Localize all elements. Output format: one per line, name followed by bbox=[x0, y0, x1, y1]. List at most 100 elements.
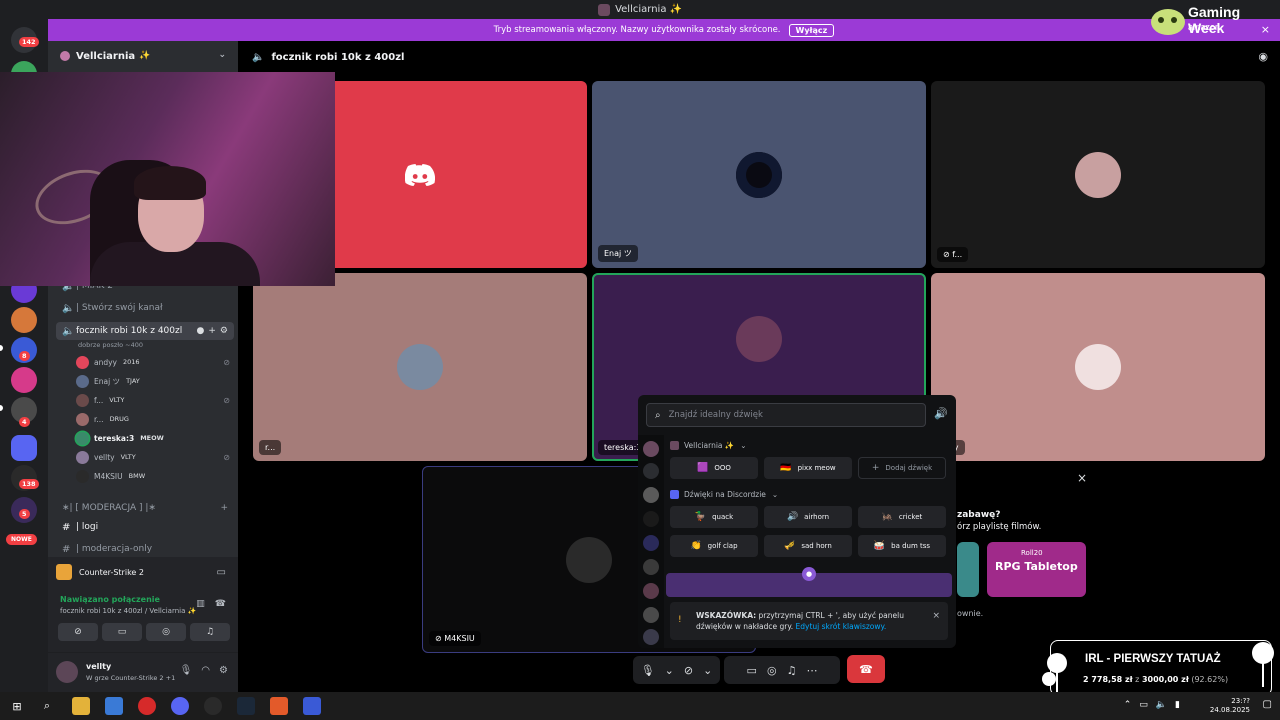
sound-button[interactable]: 🎺 sad horn bbox=[764, 535, 852, 557]
activity-card-rpg[interactable]: Roll20 RPG Tabletop bbox=[987, 542, 1086, 597]
close-icon[interactable]: × bbox=[932, 611, 940, 622]
unread-pip bbox=[0, 345, 3, 351]
server-icon[interactable] bbox=[643, 441, 659, 457]
voice-member[interactable]: vellty VLTY ⊘ bbox=[76, 448, 230, 466]
chevron-down-icon[interactable]: ⌄ bbox=[703, 664, 712, 677]
voice-channel-active[interactable]: 🔈 focznik robi 10k z 400zl ● + ⚙ bbox=[56, 322, 234, 340]
server-icon[interactable] bbox=[643, 535, 659, 551]
server-header[interactable]: Vellciarnia ✨ ⌄ bbox=[48, 41, 238, 71]
server-icon[interactable] bbox=[643, 511, 659, 527]
edit-shortcut-link[interactable]: Edytuj skrót klawiszowy. bbox=[796, 622, 887, 631]
video-tile[interactable]: Enaj ツ bbox=[592, 81, 926, 268]
inbox-icon[interactable]: ◉ bbox=[1258, 50, 1268, 63]
activity-panel[interactable]: Counter-Strike 2 ▭ bbox=[48, 557, 238, 587]
close-icon[interactable]: × bbox=[1077, 471, 1087, 485]
unread-badge: 138 bbox=[19, 479, 39, 489]
voice-member[interactable]: andyy 2016 ⊘ bbox=[76, 353, 230, 371]
disconnect-button[interactable]: ☎ bbox=[847, 655, 885, 683]
network-icon[interactable]: ▭ bbox=[1139, 700, 1148, 710]
text-channel-logi[interactable]: # | logi bbox=[56, 518, 234, 536]
sound-section-server[interactable]: Vellciarnia ✨ ⌄ bbox=[670, 441, 747, 450]
locked-sound-section[interactable]: ● bbox=[666, 567, 952, 597]
chevron-down-icon[interactable]: ⌄ bbox=[218, 50, 226, 60]
sound-button[interactable]: 🔊 airhorn bbox=[764, 506, 852, 528]
voice-member[interactable]: M4KSIU BMW bbox=[76, 467, 230, 485]
disconnect-icon[interactable]: ☎ bbox=[215, 599, 226, 609]
game-icon bbox=[56, 564, 72, 580]
discord-icon[interactable] bbox=[171, 697, 189, 715]
avatar[interactable] bbox=[56, 661, 78, 683]
volume-icon[interactable]: 🔊 bbox=[934, 407, 948, 420]
sound-emoji-icon: 🟪 bbox=[697, 463, 709, 473]
folder-icon[interactable] bbox=[11, 435, 37, 461]
plus-icon[interactable]: + bbox=[220, 503, 228, 513]
volume-icon[interactable]: 🔈 bbox=[1156, 700, 1167, 710]
voice-member[interactable]: Enaj ツ TJAY bbox=[76, 372, 230, 390]
server-icon[interactable] bbox=[643, 487, 659, 503]
server-icon-orange[interactable] bbox=[11, 307, 37, 333]
screen-share-icon[interactable]: ▭ bbox=[747, 664, 757, 677]
noise-suppression-icon[interactable]: ▥ bbox=[196, 599, 205, 609]
camera-button[interactable]: ⊘ bbox=[58, 623, 98, 641]
sound-button[interactable]: 🦆 quack bbox=[670, 506, 758, 528]
avatar bbox=[736, 151, 782, 198]
video-tile[interactable]: r... bbox=[253, 273, 587, 461]
sound-button[interactable]: 👏 golf clap bbox=[670, 535, 758, 557]
notification-icon[interactable]: ▢ bbox=[1263, 699, 1272, 710]
sound-button[interactable]: 🇩🇪 pixx meow bbox=[764, 457, 852, 479]
voice-channel-create[interactable]: 🔈 | Stwórz swój kanał bbox=[56, 299, 234, 317]
chat-icon[interactable]: ● bbox=[197, 326, 205, 336]
connection-channel[interactable]: focznik robi 10k z 400zl / Vellciarnia ✨ bbox=[60, 607, 196, 615]
clock[interactable]: 23:?? 24.08.2025 bbox=[1210, 697, 1250, 715]
sound-button[interactable]: 🥁 ba dum tss bbox=[858, 535, 946, 557]
chevron-up-icon[interactable]: ⌃ bbox=[1124, 700, 1132, 710]
add-sound-button[interactable]: + Dodaj dźwięk bbox=[858, 457, 946, 479]
microphone-icon[interactable]: 🎙 bbox=[641, 664, 655, 677]
search-placeholder: Znajdź idealny dźwięk bbox=[668, 410, 763, 420]
more-icon[interactable]: ⋯ bbox=[806, 664, 817, 677]
chevron-down-icon[interactable]: ⌄ bbox=[665, 664, 674, 677]
category-moderacja[interactable]: ∗| [ MODERACJA ] |∗ + bbox=[56, 499, 234, 517]
voice-member[interactable]: f... VLTY ⊘ bbox=[76, 391, 230, 409]
voice-member[interactable]: r... DRUG bbox=[76, 410, 230, 428]
disable-streamer-mode-button[interactable]: Wyłącz bbox=[788, 23, 835, 37]
sound-section-discord[interactable]: Dźwięki na Discordzie ⌄ bbox=[670, 490, 778, 499]
search-icon[interactable]: ⌕ bbox=[38, 697, 56, 715]
screen-share-icon[interactable]: ▭ bbox=[217, 567, 226, 578]
headphones-icon[interactable]: ◠ bbox=[201, 665, 210, 676]
add-member-icon[interactable]: + bbox=[208, 326, 216, 336]
server-icon[interactable] bbox=[643, 583, 659, 599]
gear-icon[interactable]: ⚙ bbox=[220, 326, 228, 336]
voice-member[interactable]: tereska:3 MEOW bbox=[76, 429, 230, 447]
discord-icon[interactable] bbox=[643, 463, 659, 479]
screen-share-button[interactable]: ▭ bbox=[102, 623, 142, 641]
video-tile[interactable]: ...ty bbox=[931, 273, 1265, 461]
cs2-icon[interactable] bbox=[303, 697, 321, 715]
server-icon[interactable] bbox=[643, 607, 659, 623]
store-icon[interactable] bbox=[105, 697, 123, 715]
file-explorer-icon[interactable] bbox=[72, 697, 90, 715]
gamepad-icon[interactable]: ◎ bbox=[767, 664, 777, 677]
sound-search-input[interactable]: ⌕ Znajdź idealny dźwięk bbox=[646, 403, 926, 427]
server-icon[interactable] bbox=[643, 559, 659, 575]
server-icon-pink[interactable] bbox=[11, 367, 37, 393]
text-channel-moderacja-only[interactable]: # | moderacja-only bbox=[56, 540, 234, 558]
gear-icon[interactable]: ⚙ bbox=[219, 665, 228, 676]
activity-card[interactable] bbox=[957, 542, 979, 597]
camera-off-icon[interactable]: ⊘ bbox=[684, 664, 693, 677]
steam-icon[interactable] bbox=[237, 697, 255, 715]
windows-start-icon[interactable]: ⊞ bbox=[8, 697, 26, 715]
obs-icon[interactable] bbox=[204, 697, 222, 715]
microphone-icon[interactable]: 🎙 bbox=[180, 665, 193, 676]
brave-icon[interactable] bbox=[270, 697, 288, 715]
soundboard-button[interactable]: ♫ bbox=[190, 623, 230, 641]
battery-icon[interactable]: ▮ bbox=[1175, 700, 1180, 710]
activity-button[interactable]: ◎ bbox=[146, 623, 186, 641]
server-icon[interactable] bbox=[643, 629, 659, 645]
opera-icon[interactable] bbox=[138, 697, 156, 715]
video-tile[interactable]: ⊘ f... bbox=[931, 81, 1265, 268]
soundboard-icon[interactable]: ♫ bbox=[787, 664, 797, 677]
sound-button[interactable]: 🟪 OOO bbox=[670, 457, 758, 479]
unread-badge: 5 bbox=[19, 509, 30, 519]
sound-button[interactable]: 🦗 cricket bbox=[858, 506, 946, 528]
